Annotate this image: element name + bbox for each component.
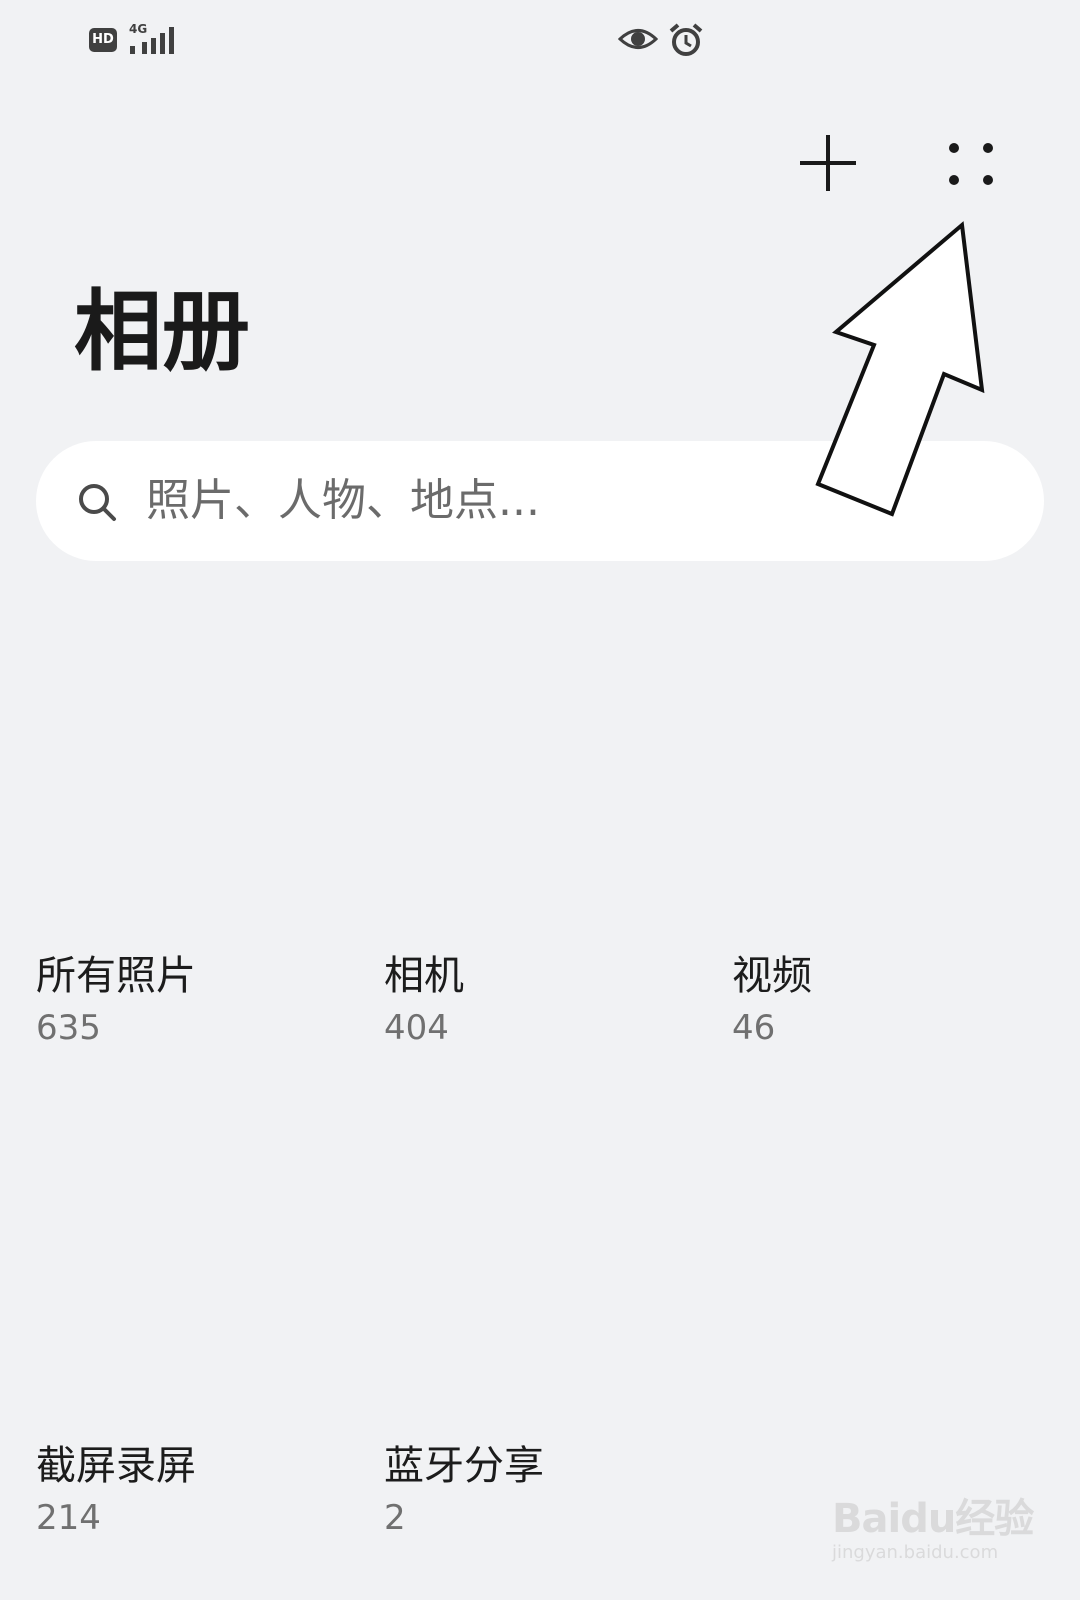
alarm-icon <box>669 23 703 56</box>
album-name: 蓝牙分享 <box>384 1443 544 1489</box>
album-count: 214 <box>36 1498 101 1538</box>
eye-icon <box>618 29 658 49</box>
search-icon <box>79 484 116 521</box>
plus-icon <box>800 135 856 191</box>
watermark: Baidu经验 jingyan.baidu.com <box>832 1478 1052 1578</box>
album-count: 2 <box>384 1498 406 1538</box>
album-camera[interactable]: 相机 404 <box>384 952 464 1050</box>
album-count: 46 <box>732 1008 776 1048</box>
album-videos[interactable]: 视频 46 <box>732 952 812 1050</box>
album-name: 视频 <box>732 953 812 999</box>
page-title: 相册 <box>74 280 251 383</box>
annotation-arrow <box>815 221 985 517</box>
search-placeholder: 照片、人物、地点... <box>146 475 540 526</box>
album-count: 404 <box>384 1008 449 1048</box>
watermark-brand: Baidu经验 <box>832 1496 1034 1542</box>
more-button[interactable] <box>940 132 1002 194</box>
status-bar: HD 4G <box>0 0 1080 80</box>
watermark-url: jingyan.baidu.com <box>832 1542 999 1563</box>
album-bluetooth[interactable]: 蓝牙分享 2 <box>384 1442 544 1540</box>
four-dots-icon <box>949 143 993 185</box>
album-all-photos[interactable]: 所有照片 635 <box>36 952 196 1050</box>
search-input[interactable]: 照片、人物、地点... <box>36 441 1044 561</box>
hd-badge: HD <box>89 28 117 52</box>
signal-icon <box>130 27 174 54</box>
album-name: 相机 <box>384 953 464 999</box>
album-name: 截屏录屏 <box>36 1443 196 1489</box>
album-name: 所有照片 <box>36 953 196 999</box>
album-count: 635 <box>36 1008 101 1048</box>
add-button[interactable] <box>795 130 861 196</box>
album-screenshots[interactable]: 截屏录屏 214 <box>36 1442 196 1540</box>
